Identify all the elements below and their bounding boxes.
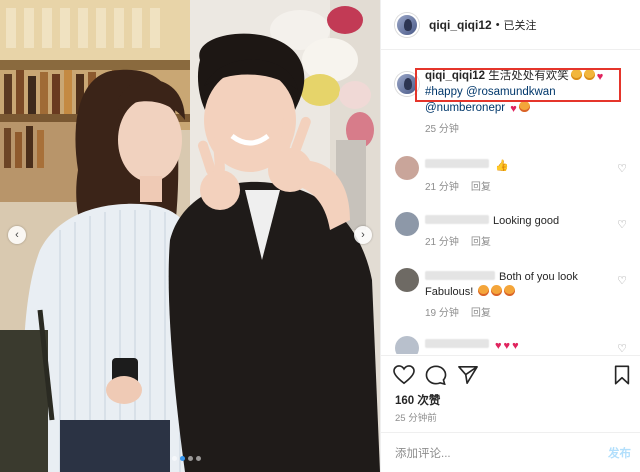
chevron-right-icon: › [361,229,365,241]
commenter-username-redacted [425,215,489,224]
commenter-avatar[interactable] [395,212,419,236]
reply-button[interactable]: 回复 [471,237,491,248]
heart-emoji-icon: ♥ [512,340,519,352]
heart-emoji-icon: ♥ [495,340,502,352]
comment-like-heart-icon[interactable]: ♡ [617,274,627,287]
blush-emoji-icon [504,285,516,296]
follow-status-button[interactable]: 已关注 [504,17,537,33]
heart-emoji-icon: ♥ [510,103,517,115]
carousel-next-button[interactable]: › [354,226,372,244]
comment-text: Looking good [493,215,560,227]
reply-button[interactable]: 回复 [471,182,491,193]
post-actions: 160 次赞 25 分钟前 [381,355,640,435]
comment-body: Looking good 21 分钟 回复 [425,214,605,250]
comment-time: 19 分钟 [425,308,459,319]
commenter-avatar[interactable] [395,268,419,292]
highlight-box [415,68,621,102]
comment-time: 21 分钟 [425,182,459,193]
heart-emoji-icon: ♥ [503,340,511,352]
carousel-dot-active [180,456,185,461]
header-separator: • [495,18,500,31]
post-comment-button[interactable]: 发布 [608,445,631,461]
reply-button[interactable]: 回复 [471,308,491,319]
commenter-username-redacted [425,271,495,280]
carousel-dot [196,456,201,461]
thumbs-up-emoji-icon: 👍 [495,160,509,172]
comment-like-heart-icon[interactable]: ♡ [617,218,627,231]
author-avatar[interactable] [395,12,419,37]
post-header: qiqi_qiqi12 • 已关注 [381,0,640,50]
photo-illustration [0,0,380,472]
caption-time: 25 分钟 [425,124,459,135]
post-side-panel: qiqi_qiqi12 • 已关注 qiqi_qiqi12 生活处处有欢笑 ♥ #… [380,0,640,472]
post-timestamp: 25 分钟前 [395,413,437,424]
comments-list[interactable]: qiqi_qiqi12 生活处处有欢笑 ♥ #happy @rosamundkwa… [381,58,640,354]
comment-bubble-icon[interactable] [425,365,447,385]
chevron-left-icon: ‹ [15,229,19,241]
bookmark-save-icon[interactable] [613,365,631,385]
author-username[interactable]: qiqi_qiqi12 [429,18,492,32]
carousel-prev-button[interactable]: ‹ [8,226,26,244]
post-photo[interactable]: ‹ › [0,0,380,472]
comment-time: 21 分钟 [425,237,459,248]
comment-body: ♥ ♥ ♥ [425,338,605,353]
commenter-avatar[interactable] [395,336,419,354]
comment-like-heart-icon[interactable]: ♡ [617,342,627,354]
add-comment-input[interactable]: 添加评论... [395,445,451,461]
comment-body: 👍 21 分钟 回复 [425,158,605,195]
like-heart-icon[interactable] [393,365,415,385]
carousel-dot [188,456,193,461]
blush-emoji-icon [518,101,530,112]
likes-count[interactable]: 160 次赞 [395,392,440,408]
caption-mention-numberonepr[interactable]: @numberonepr [425,102,505,114]
blush-emoji-icon [478,285,490,296]
share-send-icon[interactable] [457,365,479,385]
add-comment-bar: 添加评论... 发布 [381,432,640,472]
carousel-indicator [172,456,201,461]
carousel-dot [172,456,177,461]
commenter-username-redacted [425,339,489,348]
commenter-username-redacted [425,159,489,168]
comment-body: Both of you look Fabulous! 19 分钟 回复 [425,270,605,321]
comment-like-heart-icon[interactable]: ♡ [617,162,627,175]
commenter-avatar[interactable] [395,156,419,180]
blush-emoji-icon [491,285,503,296]
